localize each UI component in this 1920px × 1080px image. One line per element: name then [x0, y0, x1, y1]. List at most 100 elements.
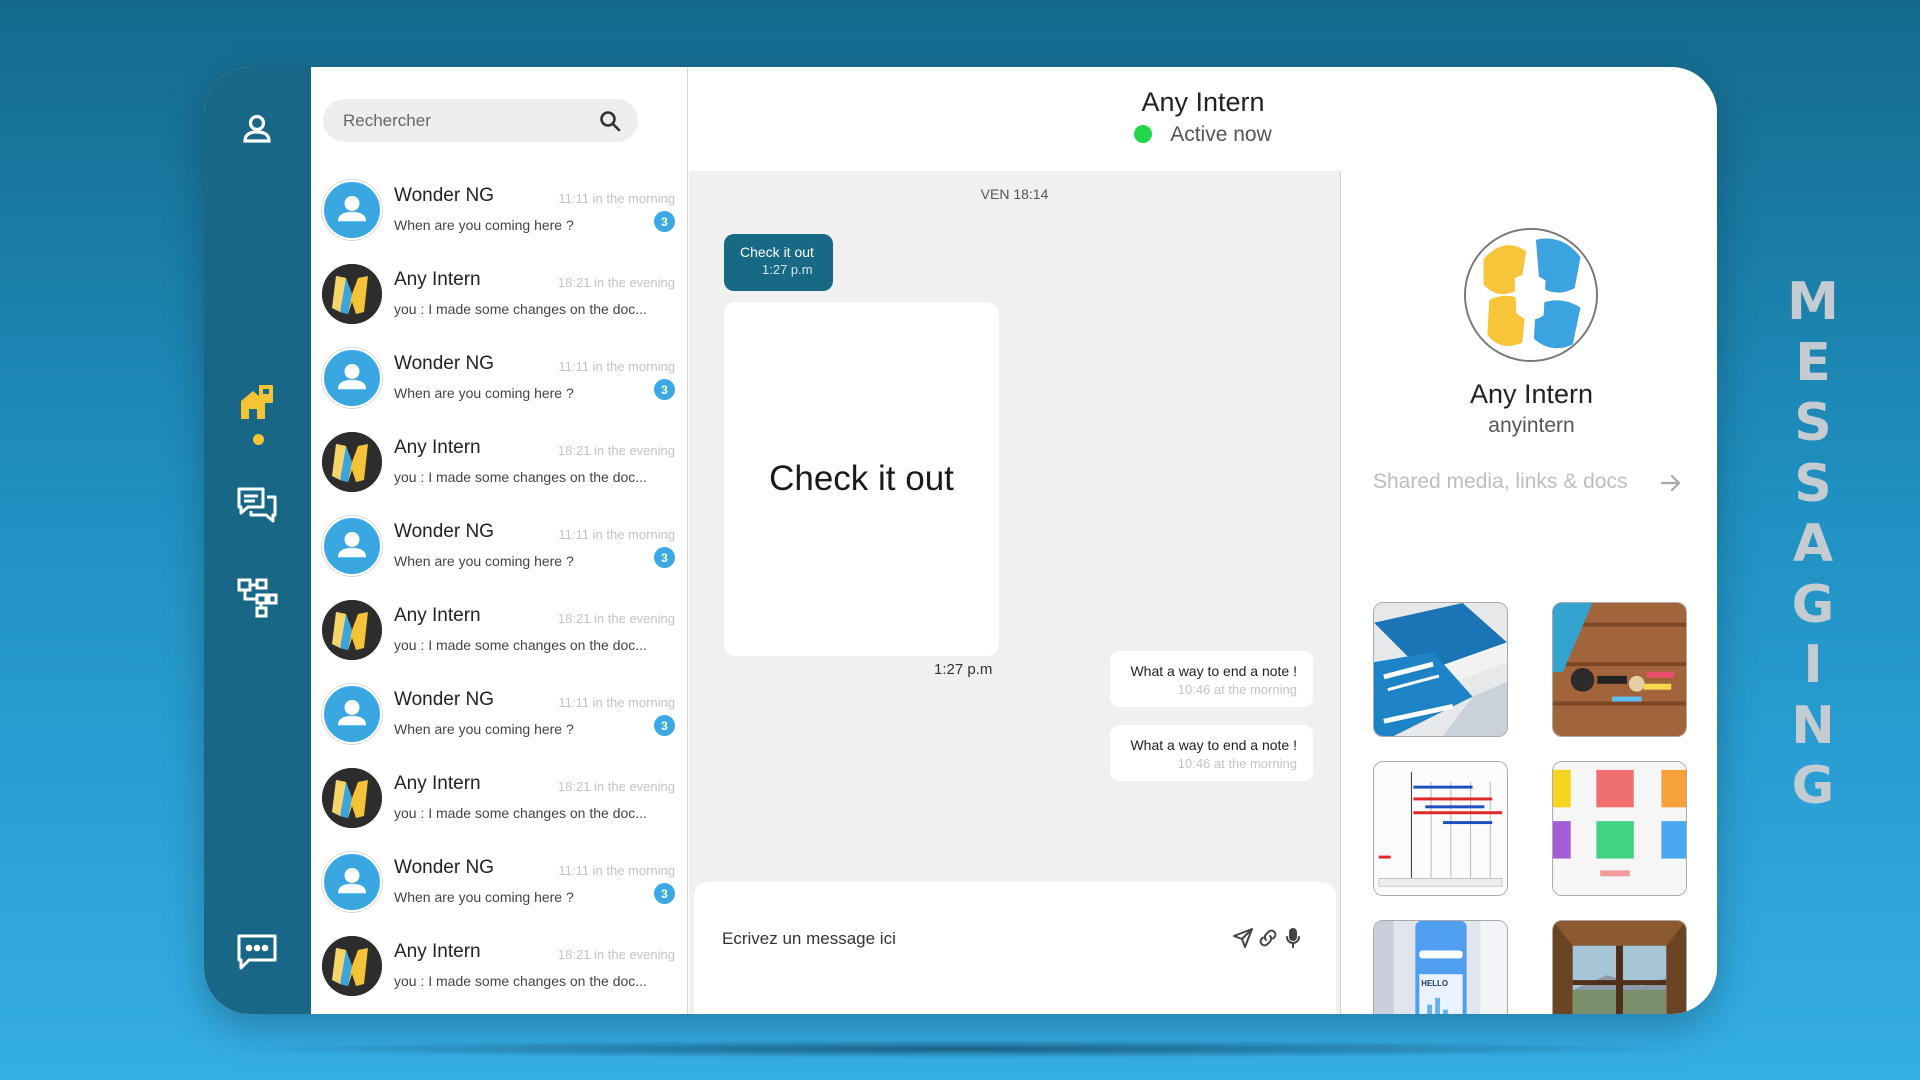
network-icon [237, 578, 278, 618]
profile-icon [243, 114, 271, 143]
conversation-preview: When are you coming here ? [394, 217, 574, 233]
conversation-time: 11:11 in the morning [558, 863, 675, 878]
contact-display-name: Any Intern [1469, 379, 1594, 409]
conversation-list-panel: Wonder NG 11:11 in the morning When are yo… [311, 67, 688, 1014]
conversation-item[interactable]: Any Intern 18:21 in the evening you : I ma… [311, 427, 687, 511]
profile-button[interactable] [227, 100, 287, 160]
conversation-name: Any Intern [394, 941, 481, 962]
avatar [322, 852, 382, 912]
color-swatch-image[interactable] [1552, 761, 1687, 896]
unread-badge: 3 [654, 379, 675, 400]
unread-badge: 3 [654, 211, 675, 232]
conversation-item[interactable]: Wonder NG 11:11 in the morning When are yo… [311, 511, 687, 595]
contact-username: anyintern [1488, 414, 1575, 437]
home-button[interactable] [227, 373, 287, 433]
message-composer [694, 882, 1336, 1014]
received-message-text: What a way to end a note ! [1130, 737, 1297, 753]
side-title: MESSAGING [1783, 272, 1843, 817]
conversation-preview: you : I made some changes on the doc... [394, 805, 647, 821]
side-title-letter: G [1791, 756, 1835, 816]
side-title-letter: N [1791, 695, 1835, 756]
svg-text:HELLO: HELLO [1421, 979, 1448, 988]
conversation-time: 18:21 in the evening [557, 275, 675, 290]
conversation-time: 18:21 in the evening [557, 443, 675, 458]
nav-rail [204, 67, 311, 1014]
conversation-preview: you : I made some changes on the doc... [394, 469, 647, 485]
message-input[interactable] [722, 924, 1202, 954]
received-message-time: 10:46 at the morning [1177, 682, 1297, 697]
sent-message-text: Check it out [740, 244, 814, 260]
received-message[interactable]: What a way to end a note ! 10:46 at the … [1110, 725, 1313, 781]
conversation-name: Any Intern [394, 773, 481, 794]
conversation-preview: When are you coming here ? [394, 385, 574, 401]
conversation-preview: you : I made some changes on the doc... [394, 637, 647, 653]
conversation-name: Any Intern [394, 605, 481, 626]
presence-status: Active now [689, 123, 1717, 147]
conversation-name: Wonder NG [394, 857, 494, 878]
conversation-item[interactable]: Wonder NG 11:11 in the morning When are yo… [311, 679, 687, 763]
floor-shadow [230, 1040, 1690, 1058]
search-icon[interactable] [598, 109, 622, 133]
conversation-items: Wonder NG 11:11 in the morning When are yo… [311, 175, 687, 1014]
conversation-preview: When are you coming here ? [394, 721, 574, 737]
conversation-item[interactable]: Any Intern 18:21 in the evening you : I ma… [311, 595, 687, 679]
conversation-item[interactable]: Any Intern 18:21 in the evening you : I ma… [311, 931, 687, 1014]
conversation-preview: When are you coming here ? [394, 553, 574, 569]
active-indicator [253, 434, 264, 445]
chat-thread: VEN 18:14 Check it out 1:27 p.m Check it… [689, 171, 1341, 1014]
contact-details-panel: Any Intern anyintern Shared media, links… [1342, 171, 1717, 1014]
conversation-item[interactable]: Wonder NG 11:11 in the morning When are yo… [311, 343, 687, 427]
received-message[interactable]: What a way to end a note ! 10:46 at the … [1110, 651, 1313, 707]
gantt-chart-image[interactable] [1373, 761, 1508, 896]
avatar [322, 936, 382, 996]
side-title-letter: S [1794, 453, 1832, 514]
messages-button[interactable] [227, 922, 287, 982]
conversation-name: Wonder NG [394, 353, 494, 374]
status-text: Active now [1170, 123, 1272, 146]
window-view-photo[interactable] [1552, 920, 1687, 1014]
app-window: Wonder NG 11:11 in the morning When are yo… [204, 67, 1717, 1014]
chats-icon [237, 487, 277, 523]
link-icon[interactable] [1256, 926, 1280, 950]
avatar [322, 600, 382, 660]
arrow-right-icon[interactable] [1659, 471, 1683, 495]
contact-logo-icon [1466, 230, 1596, 360]
contact-name: Any Intern [1141, 87, 1265, 117]
conversation-preview: you : I made some changes on the doc... [394, 301, 647, 317]
conversation-name: Wonder NG [394, 185, 494, 206]
attachment-card-text: Check it out [769, 459, 954, 498]
sent-attachment-card[interactable]: Check it out [724, 302, 999, 656]
avatar [322, 516, 382, 576]
side-title-letter: G [1791, 574, 1835, 635]
conversation-item[interactable]: Any Intern 18:21 in the evening you : I ma… [311, 763, 687, 847]
avatar [322, 432, 382, 492]
chats-button[interactable] [227, 475, 287, 535]
avatar [322, 684, 382, 744]
conversation-item[interactable]: Any Intern 18:21 in the evening you : I ma… [311, 259, 687, 343]
side-title-letter: I [1803, 635, 1823, 695]
avatar [322, 768, 382, 828]
conversation-time: 11:11 in the morning [558, 695, 675, 710]
conversation-preview: When are you coming here ? [394, 889, 574, 905]
conversation-name: Any Intern [394, 437, 481, 458]
side-title-letter: A [1792, 514, 1834, 574]
conversation-item[interactable]: Wonder NG 11:11 in the morning When are yo… [311, 847, 687, 931]
conversation-item[interactable]: Wonder NG 11:11 in the morning When are yo… [311, 175, 687, 259]
conversation-name: Wonder NG [394, 689, 494, 710]
mobile-app-mockup[interactable]: HELLO [1373, 920, 1508, 1014]
attachment-time: 1:27 p.m [934, 661, 993, 678]
messages-icon [237, 934, 277, 970]
network-button[interactable] [227, 566, 287, 626]
chat-header: Any Intern Active now [689, 67, 1717, 171]
conversation-time: 11:11 in the morning [558, 191, 675, 206]
shared-media-link[interactable]: Shared media, links & docs [1373, 470, 1627, 494]
conversation-time: 18:21 in the evening [557, 947, 675, 962]
search-input[interactable] [343, 110, 598, 131]
send-icon[interactable] [1231, 926, 1255, 950]
microphone-icon[interactable] [1281, 926, 1305, 950]
book-cover-photo[interactable] [1373, 602, 1508, 737]
conversation-time: 18:21 in the evening [557, 779, 675, 794]
desk-flatlay-photo[interactable] [1552, 602, 1687, 737]
sent-message[interactable]: Check it out 1:27 p.m [724, 234, 833, 291]
side-title-letter: M [1787, 272, 1839, 332]
